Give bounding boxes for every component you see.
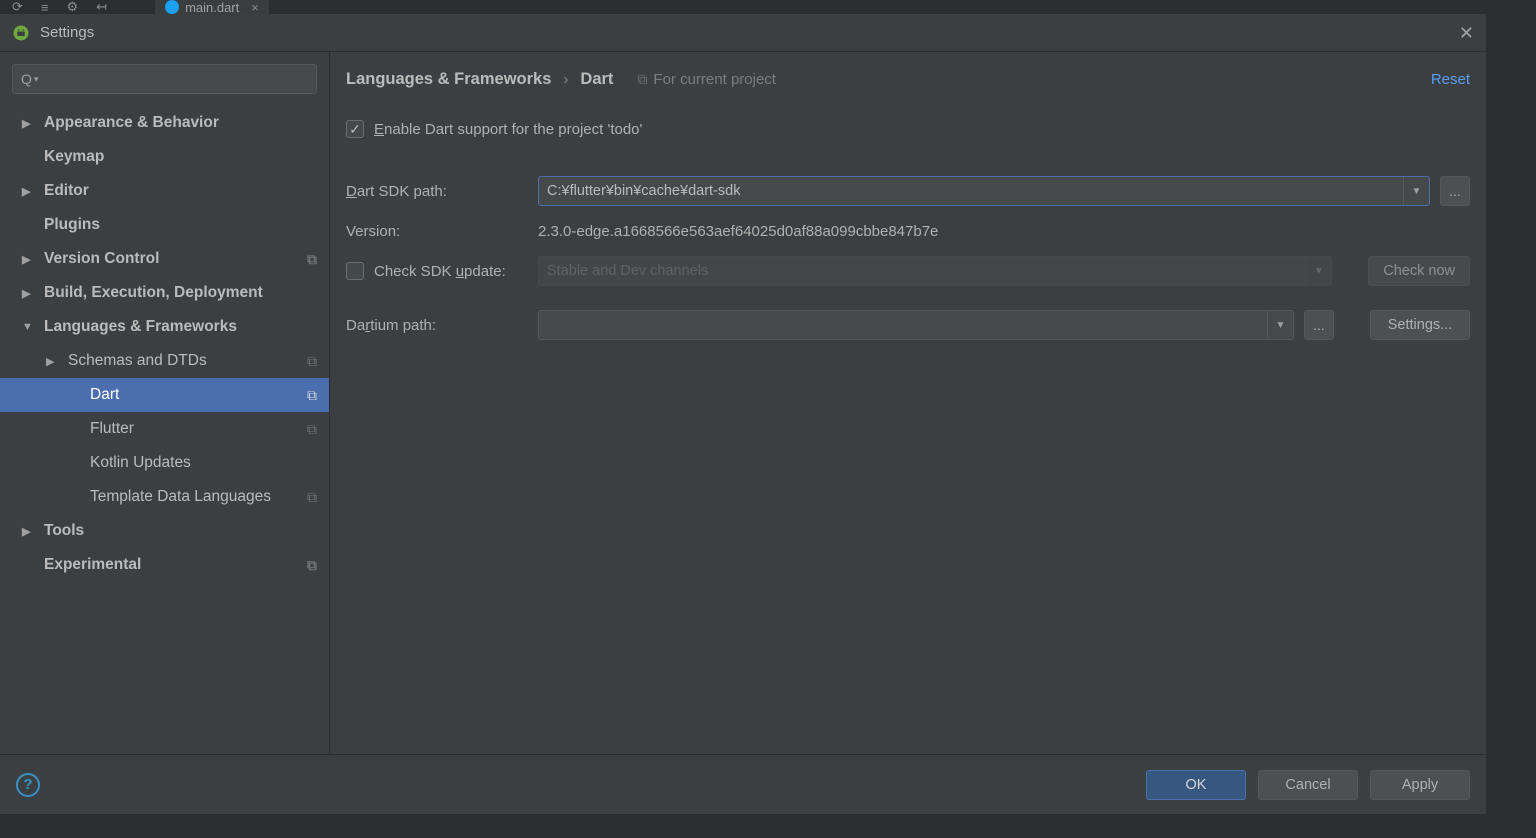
project-scope-icon: ⧉ (307, 251, 317, 268)
dialog-header: Settings ✕ (0, 14, 1486, 52)
search-icon: Q (21, 71, 32, 87)
dialog-footer: ? OK Cancel Apply (0, 754, 1486, 814)
breadcrumb-page: Dart (580, 70, 613, 89)
dropdown-caret-icon: ▾ (34, 74, 39, 85)
sdk-path-label: Dart SDK path: (346, 183, 538, 200)
tree-arrow-icon (22, 185, 36, 198)
sidebar-item-label: Tools (44, 522, 84, 540)
tree-arrow-icon (22, 321, 36, 333)
sidebar-item-label: Version Control (44, 250, 159, 268)
sidebar-item-label: Editor (44, 182, 89, 200)
apply-button[interactable]: Apply (1370, 770, 1470, 800)
sidebar-item-label: Kotlin Updates (90, 454, 191, 472)
sidebar-item-build-execution-deployment[interactable]: Build, Execution, Deployment (0, 276, 329, 310)
dialog-title: Settings (40, 24, 94, 41)
version-label: Version: (346, 223, 538, 240)
browse-sdk-button[interactable]: ... (1440, 176, 1470, 206)
sidebar-item-label: Languages & Frameworks (44, 318, 237, 336)
version-value: 2.3.0-edge.a1668566e563aef64025d0af88a09… (538, 223, 938, 240)
sidebar-item-version-control[interactable]: Version Control ⧉ (0, 242, 329, 276)
breadcrumb: Languages & Frameworks › Dart ⧉ For curr… (346, 70, 1470, 89)
cancel-button[interactable]: Cancel (1258, 770, 1358, 800)
channels-dropdown: ▼ (538, 256, 1332, 286)
close-tab-icon[interactable]: × (251, 0, 259, 15)
chevron-right-icon: › (563, 71, 568, 88)
sidebar-item-label: Template Data Languages (90, 488, 271, 506)
project-scope-icon: ⧉ (307, 421, 317, 438)
search-input[interactable]: Q ▾ (12, 64, 317, 94)
check-sdk-update-checkbox[interactable] (346, 262, 364, 280)
channels-dropdown-icon: ▼ (1305, 257, 1331, 285)
gear-icon[interactable]: ⚙ (67, 0, 79, 15)
sidebar-item-dart[interactable]: Dart ⧉ (0, 378, 329, 412)
sidebar-item-label: Dart (90, 386, 119, 404)
sidebar-item-experimental[interactable]: Experimental ⧉ (0, 548, 329, 582)
dartium-path-label: Dartium path: (346, 317, 538, 334)
project-scope-icon: ⧉ (307, 489, 317, 506)
android-studio-icon (12, 24, 30, 42)
dartium-path-input[interactable]: ▼ (538, 310, 1294, 340)
project-scope-icon: ⧉ (307, 557, 317, 574)
tree-arrow-icon (22, 253, 36, 266)
dartium-path-dropdown-icon[interactable]: ▼ (1267, 311, 1293, 339)
sidebar-item-label: Appearance & Behavior (44, 114, 219, 132)
enable-dart-label: Enable Dart support for the project 'tod… (374, 121, 642, 138)
tree-arrow-icon (22, 287, 36, 300)
settings-content: Languages & Frameworks › Dart ⧉ For curr… (330, 52, 1486, 754)
ok-button[interactable]: OK (1146, 770, 1246, 800)
sidebar-item-languages-frameworks[interactable]: Languages & Frameworks (0, 310, 329, 344)
check-now-button: Check now (1368, 256, 1470, 286)
project-scope-icon: ⧉ (637, 71, 647, 88)
scope-note: ⧉ For current project (637, 71, 776, 88)
back-icon[interactable]: ↤ (96, 0, 107, 15)
sdk-path-input[interactable]: ▼ (538, 176, 1430, 206)
sidebar-item-label: Plugins (44, 216, 100, 234)
sync-icon[interactable]: ⟳ (12, 0, 23, 15)
sidebar-item-appearance-behavior[interactable]: Appearance & Behavior (0, 106, 329, 140)
sidebar-item-label: Build, Execution, Deployment (44, 284, 263, 302)
project-scope-icon: ⧉ (307, 387, 317, 404)
sidebar-item-keymap[interactable]: Keymap (0, 140, 329, 174)
enable-dart-checkbox[interactable] (346, 120, 364, 138)
sidebar-item-label: Schemas and DTDs (68, 352, 207, 370)
stack-icon[interactable]: ≡ (41, 0, 49, 15)
sdk-path-dropdown-icon[interactable]: ▼ (1403, 177, 1429, 205)
sidebar-item-schemas-and-dtds[interactable]: Schemas and DTDs ⧉ (0, 344, 329, 378)
tree-arrow-icon (46, 355, 60, 368)
sidebar-item-kotlin-updates[interactable]: Kotlin Updates (0, 446, 329, 480)
sidebar-item-template-data-languages[interactable]: Template Data Languages ⧉ (0, 480, 329, 514)
sidebar-item-flutter[interactable]: Flutter ⧉ (0, 412, 329, 446)
sidebar-item-label: Experimental (44, 556, 141, 574)
sidebar-item-plugins[interactable]: Plugins (0, 208, 329, 242)
sidebar-item-label: Keymap (44, 148, 104, 166)
sdk-path-text[interactable] (539, 177, 1403, 205)
dartium-settings-button[interactable]: Settings... (1370, 310, 1470, 340)
breadcrumb-group: Languages & Frameworks (346, 70, 551, 89)
sidebar-item-tools[interactable]: Tools (0, 514, 329, 548)
tree-arrow-icon (22, 525, 36, 538)
ide-toolbar: ⟳ ≡ ⚙ ↤ main.dart × (0, 0, 1536, 14)
settings-dialog: Settings ✕ Q ▾ Appearance & Behavior Keym… (0, 14, 1487, 814)
editor-tab[interactable]: main.dart × (155, 0, 269, 14)
close-dialog-icon[interactable]: ✕ (1459, 24, 1474, 42)
dart-file-icon (165, 0, 179, 14)
tab-label: main.dart (185, 0, 239, 15)
check-sdk-update-label: Check SDK update: (374, 263, 506, 280)
sidebar-item-label: Flutter (90, 420, 134, 438)
help-button[interactable]: ? (16, 773, 40, 797)
project-scope-icon: ⧉ (307, 353, 317, 370)
sidebar-item-editor[interactable]: Editor (0, 174, 329, 208)
channels-text (539, 257, 1305, 285)
browse-dartium-button[interactable]: ... (1304, 310, 1334, 340)
dartium-path-text[interactable] (539, 311, 1267, 339)
settings-tree[interactable]: Appearance & Behavior Keymap Editor Plugins… (0, 102, 329, 754)
settings-sidebar: Q ▾ Appearance & Behavior Keymap Editor Plu… (0, 52, 330, 754)
tree-arrow-icon (22, 117, 36, 130)
reset-link[interactable]: Reset (1431, 71, 1470, 88)
